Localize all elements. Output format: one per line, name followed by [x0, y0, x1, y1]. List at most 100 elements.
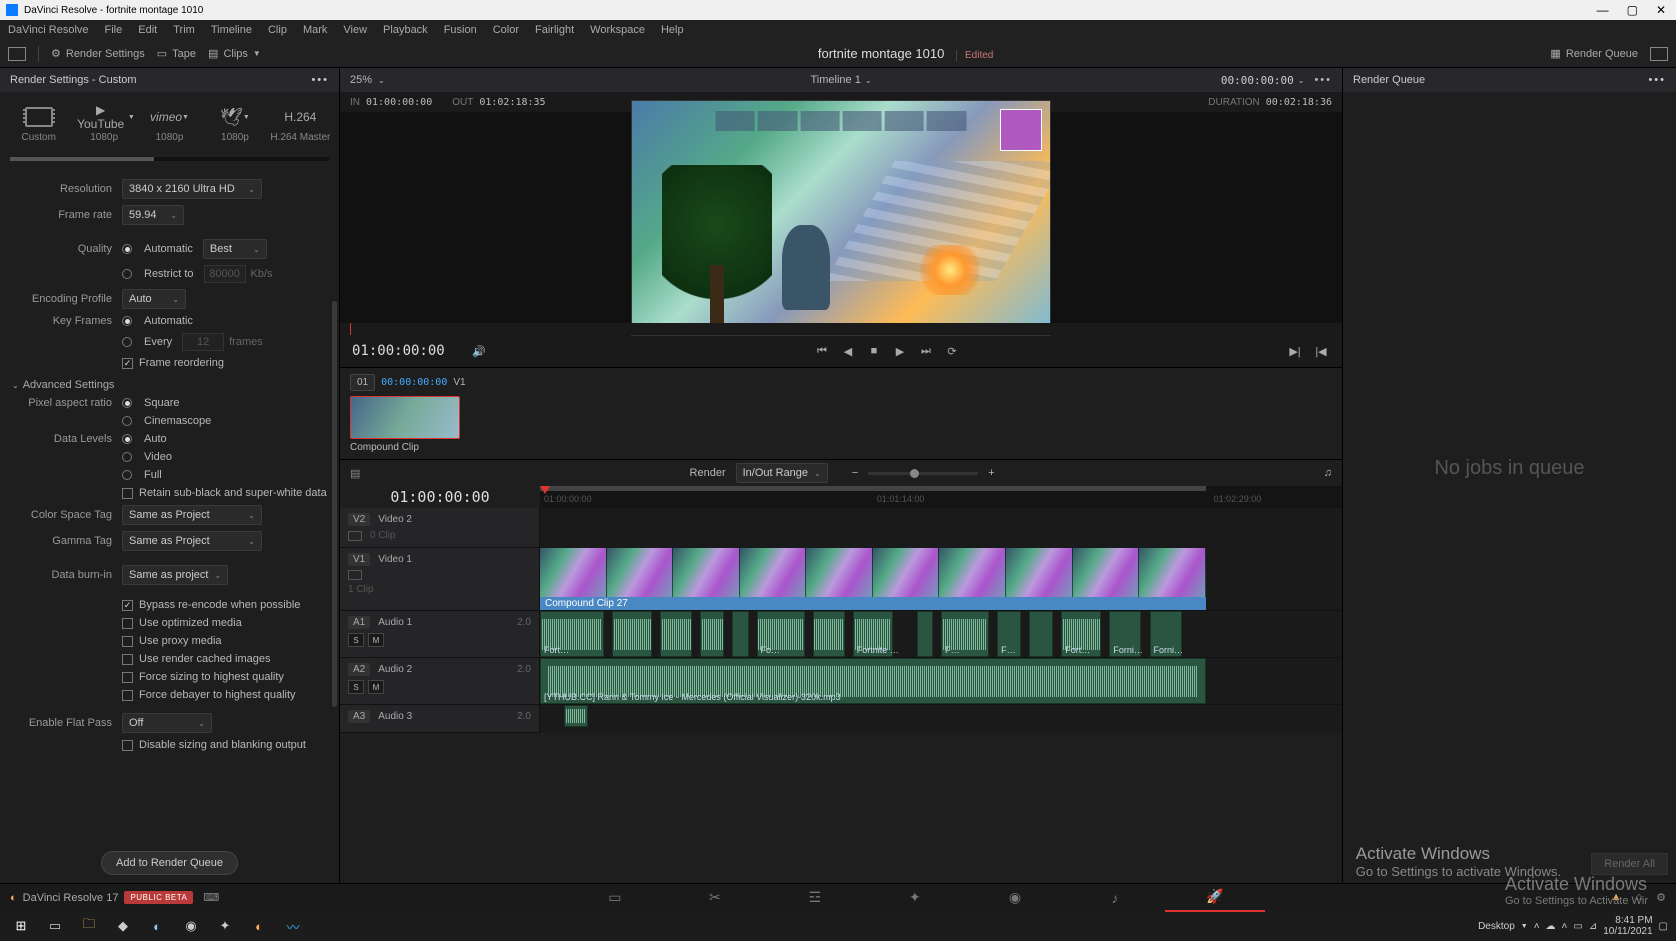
- flatpass-select[interactable]: Off⌄: [122, 713, 212, 733]
- loop-icon[interactable]: ⟳: [943, 342, 961, 360]
- first-frame-icon[interactable]: ⏮: [813, 342, 831, 360]
- monitor-icon[interactable]: [8, 47, 26, 61]
- menu-view[interactable]: View: [343, 24, 367, 36]
- framerate-select[interactable]: 59.94⌄: [122, 205, 184, 225]
- kf-auto-radio[interactable]: [122, 316, 132, 326]
- notifications-icon[interactable]: ▢: [1659, 921, 1668, 932]
- timeline-current-tc[interactable]: 01:00:00:00: [340, 486, 540, 508]
- audio-clip[interactable]: [732, 611, 748, 657]
- preset-h264[interactable]: H.264 H.264 Master: [268, 102, 333, 147]
- panel-menu-icon[interactable]: •••: [311, 74, 329, 86]
- dl-video-radio[interactable]: [122, 452, 132, 462]
- mute-button[interactable]: M: [368, 633, 384, 647]
- warning-icon[interactable]: ▲: [1611, 891, 1622, 904]
- wifi-icon[interactable]: ⊿: [1589, 921, 1597, 932]
- menu-mark[interactable]: Mark: [303, 24, 327, 36]
- menu-file[interactable]: File: [105, 24, 123, 36]
- preset-youtube[interactable]: ▶ YouTube▼ 1080p: [71, 102, 136, 147]
- viewer-zoom-select[interactable]: 25%⌄: [350, 74, 385, 86]
- onedrive-icon[interactable]: ☁: [1546, 921, 1556, 932]
- chevron-down-icon[interactable]: ⌄: [865, 76, 872, 85]
- quality-restrict-radio[interactable]: [122, 269, 132, 279]
- rendercached-checkbox[interactable]: [122, 654, 133, 665]
- tray-date[interactable]: 10/11/2021: [1603, 926, 1652, 937]
- restrict-field[interactable]: 80000: [204, 265, 246, 283]
- viewer[interactable]: [340, 112, 1342, 323]
- quality-select[interactable]: Best⌄: [203, 239, 267, 259]
- zoom-out-icon[interactable]: −: [852, 467, 858, 479]
- resolution-select[interactable]: 3840 x 2160 Ultra HD⌄: [122, 179, 262, 199]
- tray-time[interactable]: 8:41 PM: [1603, 915, 1652, 926]
- mute-button[interactable]: M: [368, 680, 384, 694]
- audio-clip[interactable]: Forni…: [1150, 611, 1182, 657]
- render-range-select[interactable]: In/Out Range⌄: [736, 463, 828, 483]
- settings-icon[interactable]: ⚙: [1656, 891, 1666, 904]
- menu-fairlight[interactable]: Fairlight: [535, 24, 574, 36]
- minimize-icon[interactable]: —: [1597, 3, 1609, 17]
- home-icon[interactable]: ⌂: [1635, 891, 1642, 904]
- maximize-icon[interactable]: ▢: [1627, 3, 1638, 17]
- menu-trim[interactable]: Trim: [173, 24, 195, 36]
- menu-fusion[interactable]: Fusion: [444, 24, 477, 36]
- burnin-select[interactable]: Same as project⌄: [122, 565, 228, 585]
- render-all-button[interactable]: Render All: [1591, 853, 1668, 875]
- task-view-icon[interactable]: ▭: [38, 911, 72, 941]
- close-icon[interactable]: ✕: [1656, 3, 1666, 17]
- clip-thumbnail[interactable]: [350, 396, 460, 439]
- timeline-name[interactable]: Timeline 1: [810, 74, 860, 86]
- stop-icon[interactable]: ■: [865, 342, 883, 360]
- audio-clip[interactable]: [1029, 611, 1053, 657]
- advanced-settings-toggle[interactable]: ⌄ Advanced Settings: [12, 379, 327, 391]
- clip-tab-num[interactable]: 01: [350, 374, 375, 391]
- menu-help[interactable]: Help: [661, 24, 684, 36]
- bypass-checkbox[interactable]: [122, 600, 133, 611]
- page-fairlight[interactable]: ♪: [1065, 884, 1165, 912]
- kf-every-radio[interactable]: [122, 337, 132, 347]
- tray-overflow-icon[interactable]: ˄: [1534, 921, 1540, 932]
- chrome-icon[interactable]: ◉: [174, 911, 208, 941]
- explorer-icon[interactable]: 🗀: [72, 911, 106, 941]
- taskbar-app-icon[interactable]: ◐: [140, 911, 174, 941]
- menu-playback[interactable]: Playback: [383, 24, 428, 36]
- audio-clip[interactable]: Fort…: [1061, 611, 1101, 657]
- audio-clip[interactable]: [612, 611, 652, 657]
- solo-button[interactable]: S: [348, 633, 364, 647]
- video-clip[interactable]: Compound Clip 27: [540, 548, 1206, 610]
- layout-icon[interactable]: [1650, 47, 1668, 61]
- proxy-checkbox[interactable]: [122, 636, 133, 647]
- clips-button[interactable]: ▤ Clips ▼: [208, 47, 261, 60]
- last-frame-icon[interactable]: ⏭: [917, 342, 935, 360]
- tray-icon[interactable]: ▭: [1573, 921, 1582, 932]
- in-out-range[interactable]: [540, 486, 1206, 491]
- retain-checkbox[interactable]: [122, 488, 133, 499]
- start-button[interactable]: ⊞: [4, 911, 38, 941]
- preset-custom[interactable]: Custom: [6, 102, 71, 147]
- desktop-label[interactable]: Desktop: [1478, 921, 1515, 932]
- audio-clip[interactable]: [700, 611, 724, 657]
- optmedia-checkbox[interactable]: [122, 618, 133, 629]
- timeline-view-icon[interactable]: ▤: [350, 467, 360, 480]
- timeline-ruler[interactable]: 01:00:00:00 01:01:14:00 01:02:29:00: [540, 486, 1342, 508]
- encoding-profile-select[interactable]: Auto⌄: [122, 289, 186, 309]
- audio-clip[interactable]: [660, 611, 692, 657]
- keyboard-icon[interactable]: ⌨: [203, 891, 219, 904]
- par-cinema-radio[interactable]: [122, 416, 132, 426]
- track-enable-icon[interactable]: [348, 531, 362, 541]
- tray-icon[interactable]: ˄: [1562, 921, 1568, 932]
- chevron-down-icon[interactable]: ⌄: [1298, 76, 1305, 85]
- render-settings-button[interactable]: ⚙ Render Settings: [51, 47, 145, 60]
- page-media[interactable]: ▭: [565, 884, 665, 912]
- playhead[interactable]: [540, 486, 550, 494]
- viewer-menu-icon[interactable]: •••: [1314, 74, 1332, 86]
- render-queue-button[interactable]: ▦ Render Queue: [1550, 47, 1638, 60]
- menu-workspace[interactable]: Workspace: [590, 24, 645, 36]
- audio-clip[interactable]: [917, 611, 933, 657]
- menu-timeline[interactable]: Timeline: [211, 24, 252, 36]
- page-edit[interactable]: ☲: [765, 884, 865, 912]
- page-cut[interactable]: ✂: [665, 884, 765, 912]
- taskbar-app-icon[interactable]: ◆: [106, 911, 140, 941]
- taskbar-app-icon[interactable]: ◐: [242, 911, 276, 941]
- add-to-render-queue-button[interactable]: Add to Render Queue: [101, 851, 238, 875]
- settings-scrollbar[interactable]: [332, 165, 337, 843]
- viewer-scrubber[interactable]: [340, 323, 1342, 335]
